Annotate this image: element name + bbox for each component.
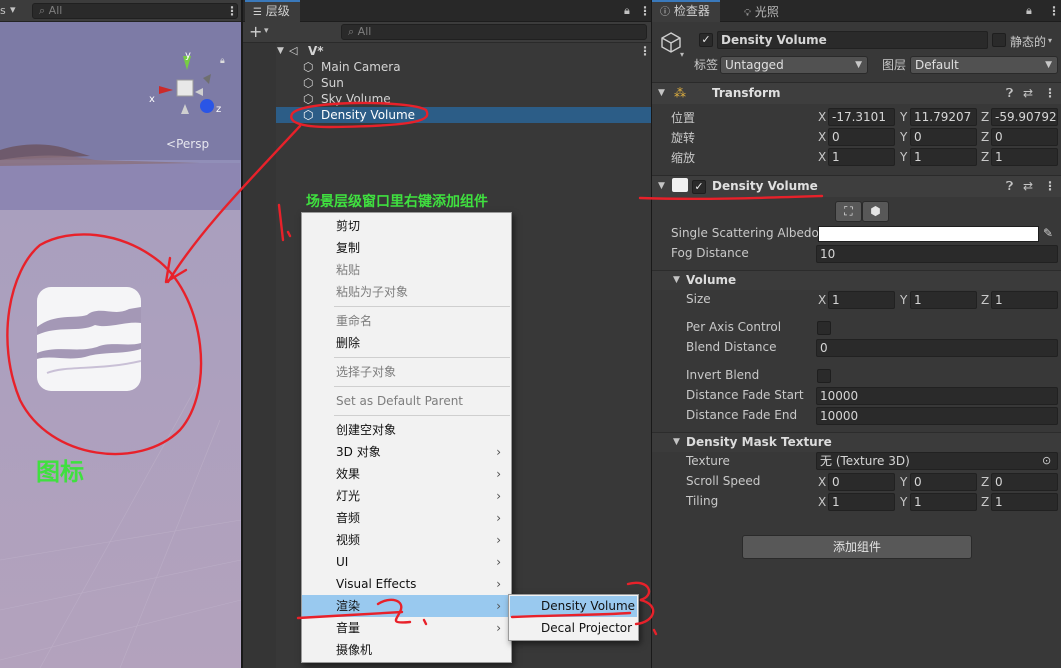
hierarchy-item-circle <box>290 101 429 129</box>
step1-mark <box>277 203 292 242</box>
icon-circle <box>6 233 203 456</box>
step3-underline <box>510 611 632 619</box>
step2-underline <box>296 610 404 620</box>
inspector-underline <box>638 194 824 201</box>
icon-note: 图标 <box>36 458 84 486</box>
annotation-overlay <box>6 101 824 636</box>
step3-mark <box>626 581 658 636</box>
step1-note: 场景层级窗口里右键添加组件 <box>306 194 488 210</box>
annotation-arrow <box>166 124 302 284</box>
